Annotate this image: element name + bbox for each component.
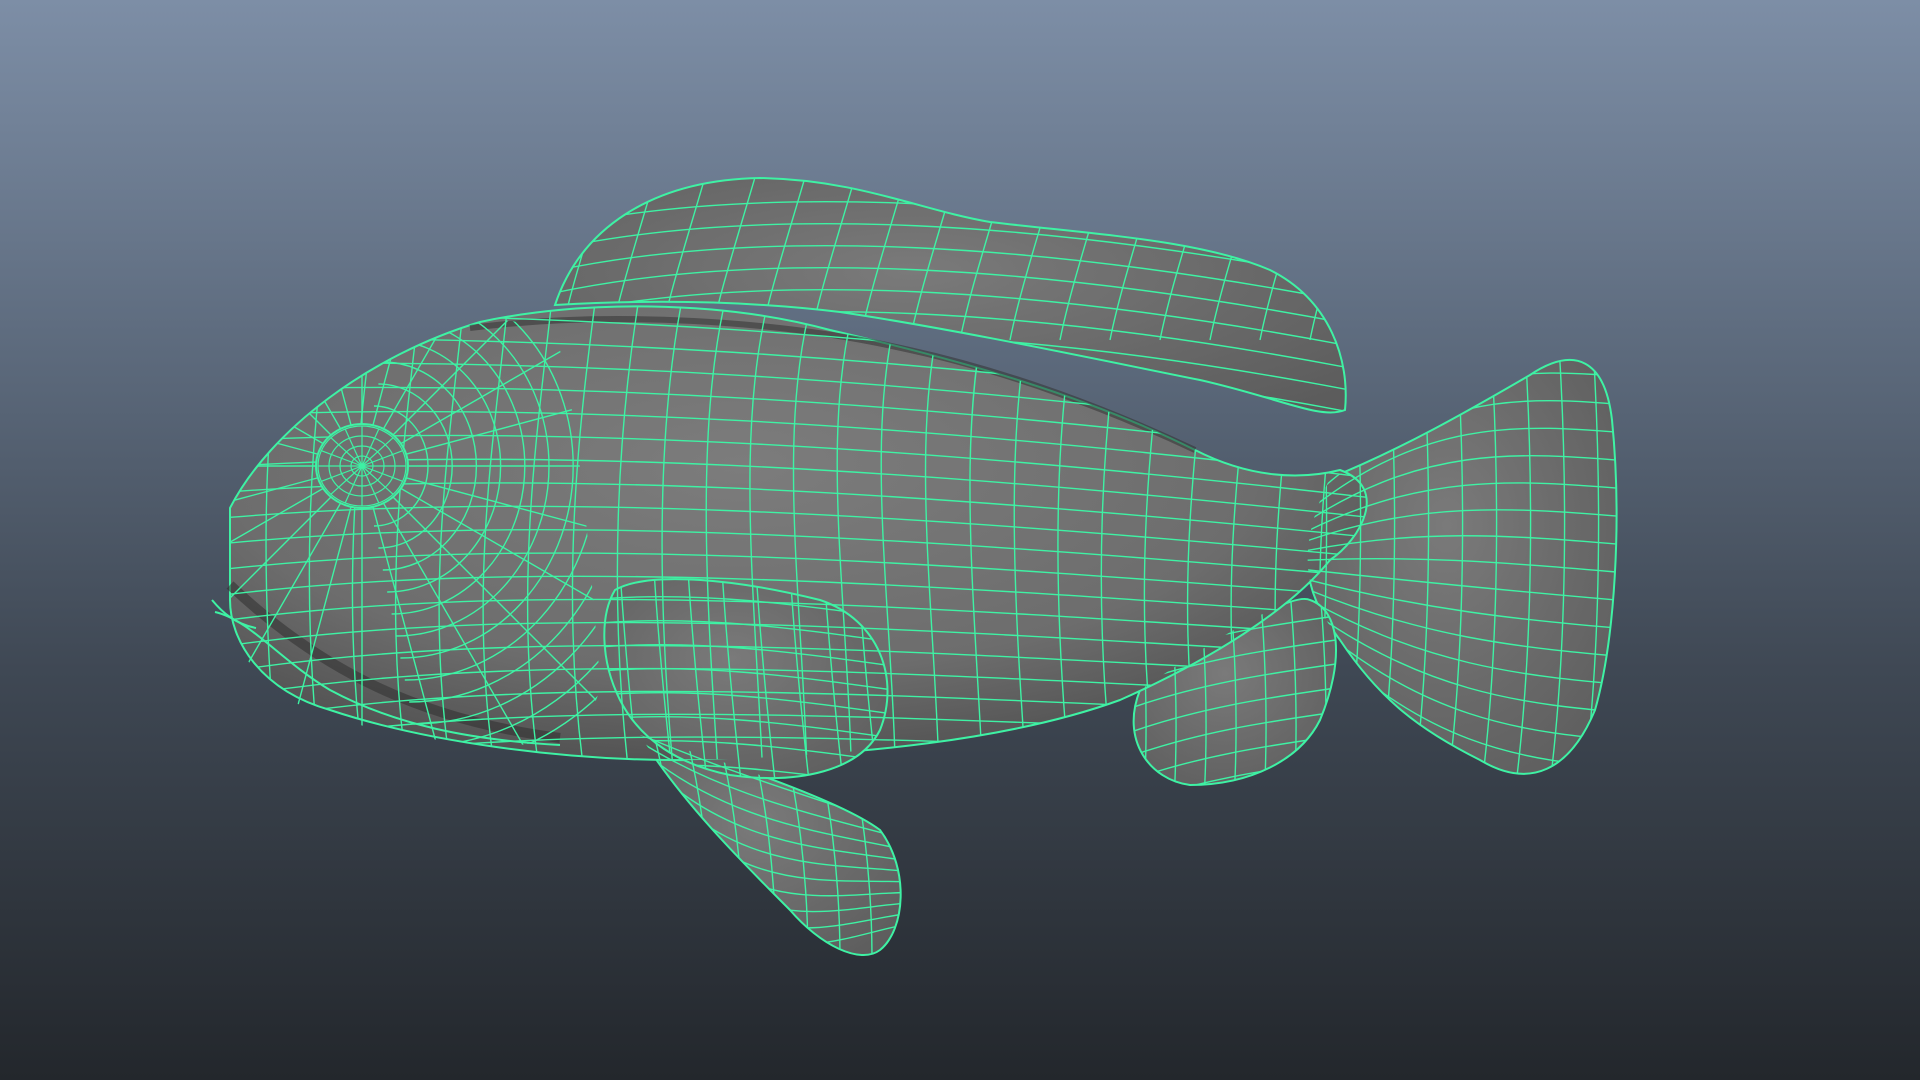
fish-wireframe-model[interactable]: [0, 0, 1920, 1080]
eye-wireframe: [317, 425, 407, 507]
maya-3d-viewport[interactable]: [0, 0, 1920, 1080]
